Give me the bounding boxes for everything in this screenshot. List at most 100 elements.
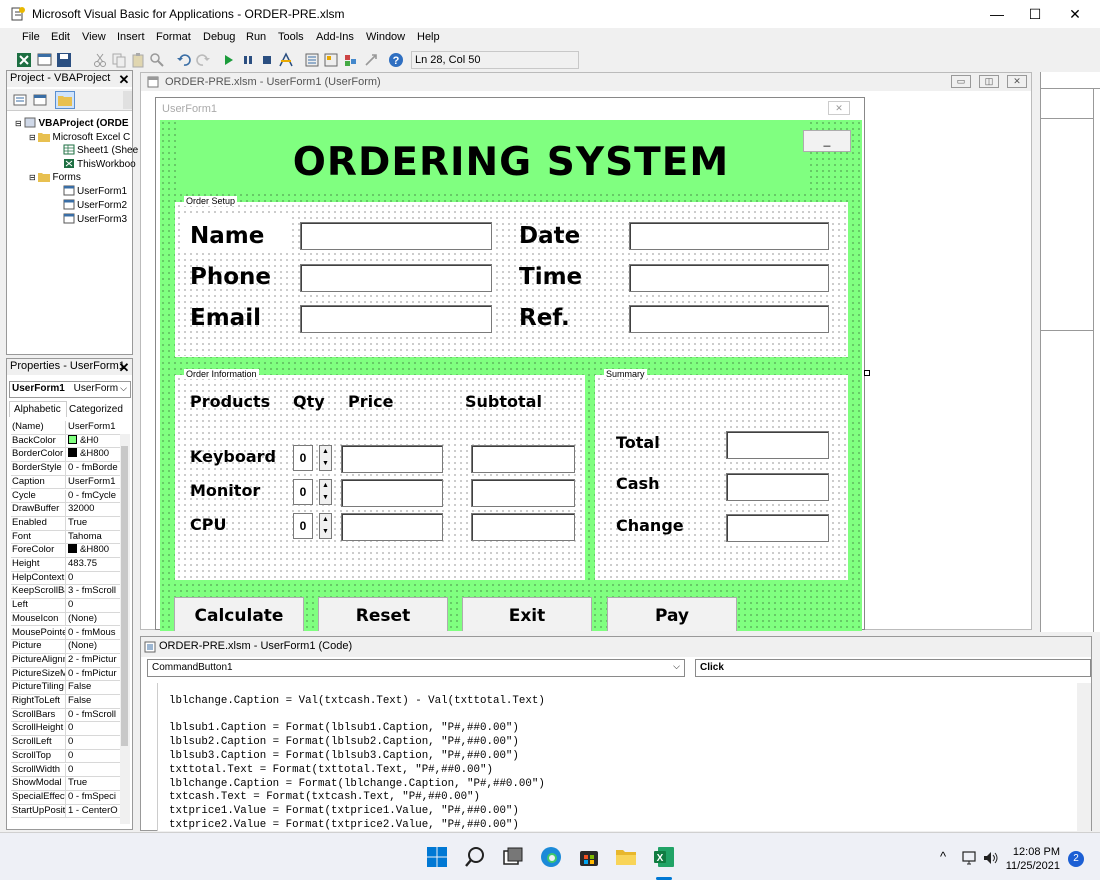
menu-window[interactable]: Window — [366, 31, 405, 43]
property-row[interactable]: PictureTiling False — [11, 681, 124, 695]
property-value[interactable]: 0 - fmMous — [66, 627, 124, 640]
search-icon[interactable] — [463, 845, 487, 869]
reset-icon[interactable] — [259, 52, 275, 68]
keyboard-price-field[interactable] — [341, 445, 443, 473]
property-value[interactable]: 0 — [66, 750, 124, 763]
property-row[interactable]: ScrollHeight 0 — [11, 722, 124, 737]
volume-icon[interactable] — [983, 851, 999, 865]
property-value[interactable]: False — [66, 681, 124, 694]
object-combo[interactable]: CommandButton1 ⌵ — [147, 659, 685, 677]
tree-item-userform1[interactable]: UserForm1 — [63, 185, 127, 197]
minimize-form-button[interactable]: _ — [803, 130, 851, 152]
property-row[interactable]: Picture (None) — [11, 640, 124, 654]
cash-field[interactable] — [726, 473, 829, 501]
property-value[interactable]: 0 — [66, 572, 124, 585]
property-value[interactable]: True — [66, 777, 124, 790]
property-row[interactable]: (Name) UserForm1 — [11, 421, 124, 435]
spin-down-icon[interactable]: ▼ — [320, 526, 331, 538]
tree-item-excel-objects[interactable]: ⊟ Microsoft Excel C — [29, 131, 130, 143]
property-value[interactable]: 0 - fmSpeci — [66, 791, 124, 804]
close-project-pane-icon[interactable]: ✕ — [117, 73, 131, 87]
store-icon[interactable] — [577, 845, 601, 869]
calculate-button[interactable]: Calculate — [174, 597, 304, 631]
design-mode-icon[interactable] — [278, 52, 294, 68]
network-icon[interactable] — [962, 851, 978, 865]
property-row[interactable]: MouseIcon (None) — [11, 612, 124, 627]
property-row[interactable]: Enabled True — [11, 516, 124, 531]
name-field[interactable] — [300, 222, 492, 250]
redo-icon[interactable] — [195, 52, 211, 68]
property-row[interactable]: MousePointe 0 - fmMous — [11, 626, 124, 641]
code-scrollbar[interactable] — [1077, 683, 1091, 831]
task-view-icon[interactable] — [501, 845, 525, 869]
menu-run[interactable]: Run — [246, 31, 266, 43]
tab-alphabetic[interactable]: Alphabetic — [9, 401, 67, 417]
edge-icon[interactable] — [539, 845, 563, 869]
cpu-price-field[interactable] — [341, 513, 443, 541]
menu-addins[interactable]: Add-Ins — [316, 31, 354, 43]
find-icon[interactable] — [149, 52, 165, 68]
property-value[interactable]: 0 - fmPictur — [66, 668, 124, 681]
tree-item-userform3[interactable]: UserForm3 — [63, 213, 127, 225]
close-button[interactable]: ✕ — [1052, 0, 1098, 28]
spin-down-icon[interactable]: ▼ — [320, 492, 331, 504]
property-row[interactable]: PictureSizeM 0 - fmPictur — [11, 667, 124, 682]
tree-item-sheet1[interactable]: Sheet1 (Shee — [63, 144, 138, 156]
cpu-qty-field[interactable]: 0 — [293, 513, 313, 539]
property-row[interactable]: Left 0 — [11, 599, 124, 613]
save-icon[interactable] — [56, 52, 72, 68]
tab-categorized[interactable]: Categorized — [67, 403, 129, 417]
designer-minimize-button[interactable]: ▭ — [951, 75, 971, 88]
code-editor[interactable]: lblchange.Caption = Val(txtcash.Text) - … — [157, 683, 1077, 831]
property-row[interactable]: HelpContextI 0 — [11, 571, 124, 586]
userform[interactable]: UserForm1 ✕ ORDERING SYSTEM _ Order Setu… — [155, 97, 870, 631]
property-value[interactable]: 0 — [66, 722, 124, 735]
properties-scrollbar[interactable] — [120, 434, 130, 824]
property-value[interactable]: 0 — [66, 764, 124, 777]
property-row[interactable]: ScrollWidth 0 — [11, 763, 124, 778]
help-icon[interactable]: ? — [388, 52, 404, 68]
property-row[interactable]: StartUpPosit 1 - CenterO — [11, 804, 124, 819]
property-row[interactable]: BorderColor &H800 — [11, 448, 124, 463]
property-value[interactable]: 0 - fmBorde — [66, 462, 124, 475]
property-row[interactable]: SpecialEffect 0 - fmSpeci — [11, 790, 124, 805]
property-value[interactable]: &H800 — [66, 544, 124, 557]
userform-close-icon[interactable]: ✕ — [828, 101, 850, 115]
monitor-qty-field[interactable]: 0 — [293, 479, 313, 505]
menu-file[interactable]: File — [22, 31, 40, 43]
property-value[interactable]: False — [66, 695, 124, 708]
property-value[interactable]: 3 - fmScroll — [66, 585, 124, 598]
taskbar-clock[interactable]: 12:08 PM 11/25/2021 — [1005, 845, 1060, 873]
object-selector[interactable]: UserForm1 UserForm ⌵ — [9, 381, 131, 398]
property-value[interactable]: 32000 — [66, 503, 124, 516]
date-field[interactable] — [629, 222, 829, 250]
paste-icon[interactable] — [130, 52, 146, 68]
notification-badge[interactable]: 2 — [1068, 851, 1084, 867]
tree-item-forms[interactable]: ⊟ Forms — [29, 171, 81, 183]
break-icon[interactable] — [240, 52, 256, 68]
keyboard-qty-spinner[interactable]: ▲ ▼ — [319, 445, 332, 471]
scrollbar-thumb[interactable] — [121, 446, 128, 746]
property-row[interactable]: ShowModal True — [11, 777, 124, 791]
excel-icon[interactable]: X — [652, 845, 676, 869]
property-row[interactable]: DrawBuffer 32000 — [11, 503, 124, 517]
tree-item-thisworkbook[interactable]: ThisWorkboo — [63, 158, 136, 170]
property-row[interactable]: BackColor &H0 — [11, 434, 124, 449]
pay-button[interactable]: Pay — [607, 597, 737, 631]
tree-item-vbaproject[interactable]: ⊟ VBAProject (ORDE — [15, 117, 129, 129]
insert-userform-icon[interactable] — [37, 52, 53, 68]
run-icon[interactable] — [221, 52, 237, 68]
property-row[interactable]: ScrollBars 0 - fmScroll — [11, 708, 124, 723]
property-value[interactable]: 2 - fmPictur — [66, 654, 124, 667]
property-row[interactable]: ForeColor &H800 — [11, 544, 124, 558]
undo-icon[interactable] — [176, 52, 192, 68]
property-row[interactable]: Cycle 0 - fmCycle — [11, 489, 124, 504]
property-value[interactable]: &H0 — [66, 434, 124, 448]
keyboard-qty-field[interactable]: 0 — [293, 445, 313, 471]
excel-view-icon[interactable] — [16, 52, 32, 68]
property-value[interactable]: 483.75 — [66, 558, 124, 571]
reset-button[interactable]: Reset — [318, 597, 448, 631]
menu-debug[interactable]: Debug — [203, 31, 235, 43]
property-value[interactable]: &H800 — [66, 448, 124, 461]
designer-restore-button[interactable]: ◫ — [979, 75, 999, 88]
